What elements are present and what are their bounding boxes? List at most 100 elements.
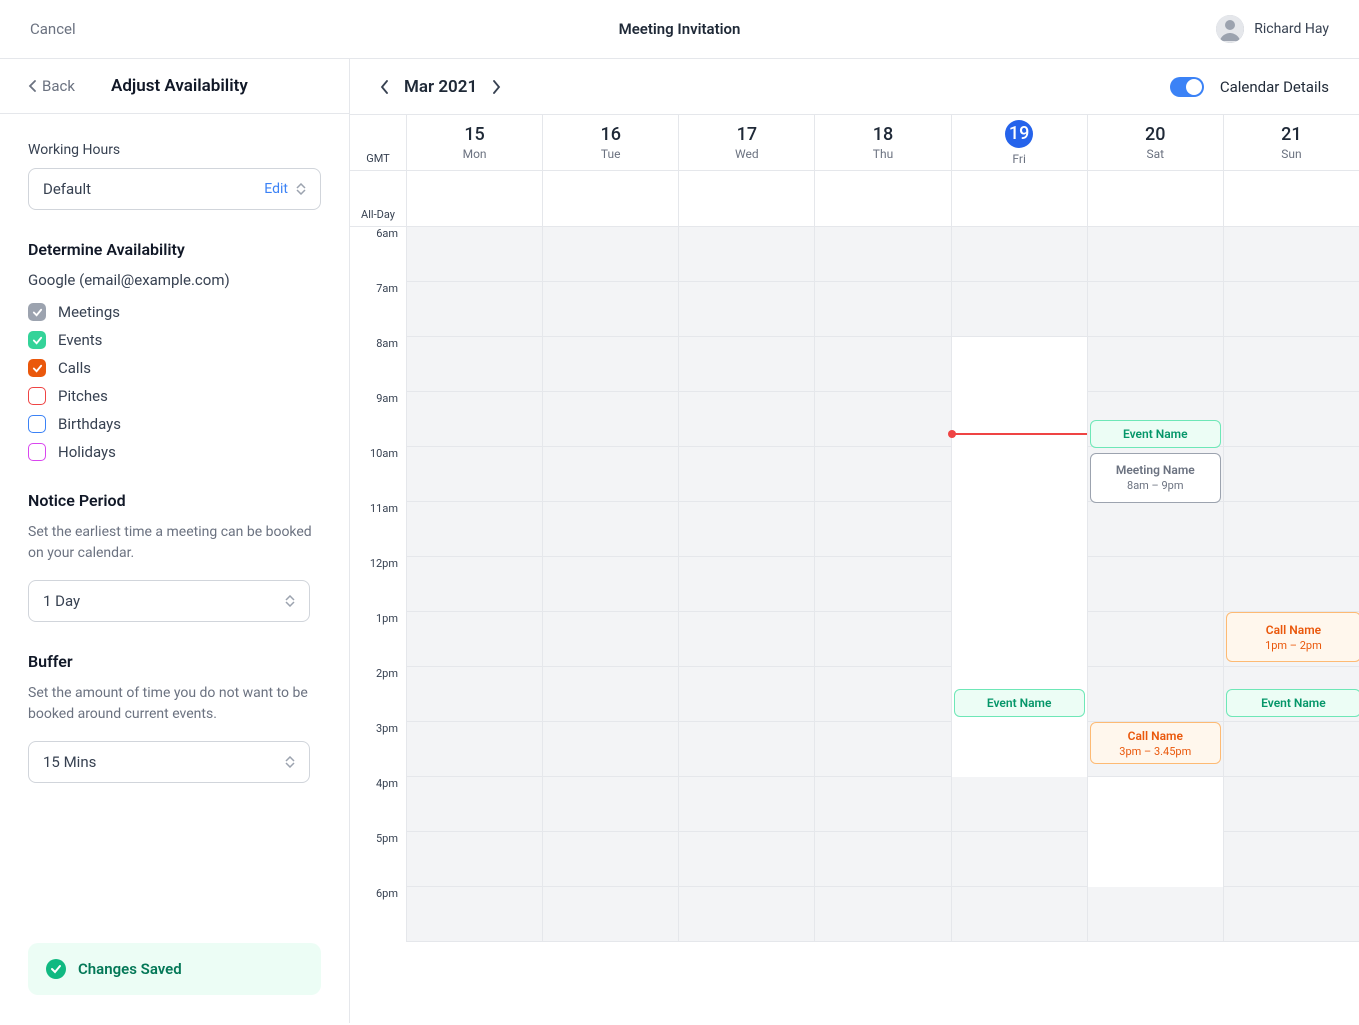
sidebar: Back Adjust Availability Working Hours D…	[0, 59, 350, 1023]
calendar-label: Meetings	[58, 303, 120, 321]
month-navigator: Mar 2021	[380, 77, 501, 97]
hour-label: 4pm	[350, 777, 406, 832]
hour-label: 1pm	[350, 612, 406, 667]
availability-heading: Determine Availability	[28, 240, 321, 259]
call-block[interactable]: Call Name1pm – 2pm	[1226, 612, 1359, 662]
hour-label: 7am	[350, 282, 406, 337]
next-month-button[interactable]	[493, 80, 501, 94]
day-header[interactable]: 20 Sat	[1087, 115, 1223, 170]
calendar-label: Events	[58, 331, 102, 349]
working-hours-label: Working Hours	[28, 142, 321, 158]
day-column[interactable]	[406, 227, 542, 942]
notice-help: Set the earliest time a meeting can be b…	[28, 522, 321, 564]
calendar-label: Calls	[58, 359, 91, 377]
hour-label: 6am	[350, 227, 406, 282]
availability-block	[1088, 777, 1223, 887]
call-block[interactable]: Call Name3pm – 3.45pm	[1090, 722, 1221, 764]
allday-label: All-Day	[350, 171, 406, 226]
user-name: Richard Hay	[1254, 21, 1329, 37]
allday-cell[interactable]	[678, 171, 814, 226]
day-number: 17	[737, 124, 757, 145]
buffer-select[interactable]: 15 Mins	[28, 741, 310, 783]
day-header[interactable]: 21Sun	[1223, 115, 1359, 170]
checkbox-icon	[28, 415, 46, 433]
day-header[interactable]: 15Mon	[406, 115, 542, 170]
allday-cell[interactable]	[406, 171, 542, 226]
day-name: Thu	[873, 147, 893, 161]
current-time-indicator	[952, 433, 1087, 435]
day-number: 19	[1005, 120, 1033, 148]
prev-month-button[interactable]	[380, 80, 388, 94]
working-hours-select[interactable]: Default Edit	[28, 168, 321, 210]
calendar-toggle-meetings[interactable]: Meetings	[28, 303, 321, 321]
day-column[interactable]: Call Name1pm – 2pm Event Name	[1223, 227, 1359, 942]
hour-label: 3pm	[350, 722, 406, 777]
stepper-icon	[296, 183, 306, 195]
hour-label: 6pm	[350, 887, 406, 942]
avatar	[1216, 15, 1244, 43]
day-header[interactable]: 19 Fri	[951, 115, 1087, 170]
calendar-details-label: Calendar Details	[1220, 78, 1329, 96]
hour-label: 12pm	[350, 557, 406, 612]
stepper-icon	[285, 756, 295, 768]
calendar-toggle-holidays[interactable]: Holidays	[28, 443, 321, 461]
sidebar-title: Adjust Availability	[111, 76, 248, 96]
day-number: 15	[464, 124, 484, 145]
hour-label: 10am	[350, 447, 406, 502]
buffer-heading: Buffer	[28, 652, 321, 671]
account-label: Google (email@example.com)	[28, 271, 321, 289]
chevron-left-icon	[380, 80, 388, 94]
checkbox-icon	[28, 387, 46, 405]
user-menu[interactable]: Richard Hay	[1216, 15, 1329, 43]
allday-cell[interactable]	[1223, 171, 1359, 226]
day-name: Sat	[1146, 147, 1164, 161]
day-header[interactable]: 16Tue	[542, 115, 678, 170]
day-header[interactable]: 18Thu	[814, 115, 950, 170]
day-header[interactable]: 17 Wed	[678, 115, 814, 170]
calendar-details-toggle[interactable]	[1170, 77, 1204, 97]
day-name: Wed	[735, 147, 759, 161]
hour-label: 5pm	[350, 832, 406, 887]
day-column[interactable]: Event Name	[951, 227, 1087, 942]
allday-cell[interactable]	[951, 171, 1087, 226]
calendar-label: Birthdays	[58, 415, 121, 433]
calendar-toggle-pitches[interactable]: Pitches	[28, 387, 321, 405]
main-content: Mar 2021 Calendar Details GMT 15Mon16Tue…	[350, 59, 1359, 1023]
calendar-toggle-birthdays[interactable]: Birthdays	[28, 415, 321, 433]
app-header: Cancel Meeting Invitation Richard Hay	[0, 0, 1359, 59]
chevron-left-icon	[28, 80, 36, 92]
day-column[interactable]	[542, 227, 678, 942]
allday-cell[interactable]	[814, 171, 950, 226]
allday-cell[interactable]	[1087, 171, 1223, 226]
calendar-label: Holidays	[58, 443, 116, 461]
day-column[interactable]: Event Name Meeting Name8am – 9pm Call Name…	[1087, 227, 1223, 942]
event-block[interactable]: Event Name	[1090, 420, 1221, 448]
stepper-icon	[285, 595, 295, 607]
day-column[interactable]	[678, 227, 814, 942]
checkbox-icon	[28, 331, 46, 349]
edit-working-hours-link[interactable]: Edit	[264, 181, 288, 197]
day-name: Fri	[1012, 152, 1025, 166]
day-number: 20	[1145, 124, 1165, 145]
event-block[interactable]: Event Name	[954, 689, 1085, 717]
page-title: Meeting Invitation	[619, 20, 741, 38]
meeting-block[interactable]: Meeting Name8am – 9pm	[1090, 453, 1221, 503]
checkbox-icon	[28, 359, 46, 377]
month-label: Mar 2021	[404, 77, 477, 97]
hour-label: 2pm	[350, 667, 406, 722]
notice-heading: Notice Period	[28, 491, 321, 510]
back-button[interactable]: Back	[28, 77, 75, 95]
day-name: Tue	[601, 147, 621, 161]
timezone-label: GMT	[350, 115, 406, 170]
checkbox-icon	[28, 443, 46, 461]
calendar-toggle-events[interactable]: Events	[28, 331, 321, 349]
hour-label: 9am	[350, 392, 406, 447]
cancel-button[interactable]: Cancel	[30, 20, 76, 38]
day-column[interactable]	[814, 227, 950, 942]
allday-cell[interactable]	[542, 171, 678, 226]
event-block[interactable]: Event Name	[1226, 689, 1359, 717]
notice-period-select[interactable]: 1 Day	[28, 580, 310, 622]
calendar-toggle-calls[interactable]: Calls	[28, 359, 321, 377]
calendar-label: Pitches	[58, 387, 108, 405]
saved-banner: Changes Saved	[28, 943, 321, 995]
